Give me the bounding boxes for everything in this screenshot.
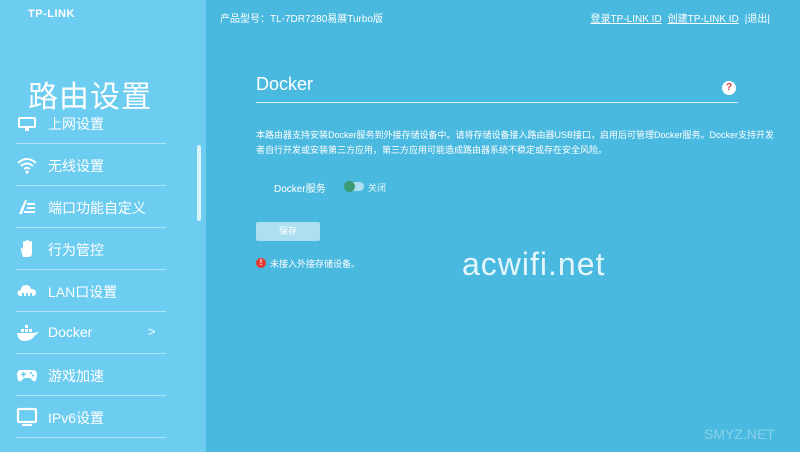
sidebar-item-behavior-control[interactable]: 行为管控: [0, 230, 200, 270]
docker-service-label: Docker服务: [274, 184, 326, 195]
sidebar-item-label: 端口功能自定义: [48, 200, 146, 216]
gamepad-icon: [16, 364, 38, 386]
divider: [16, 143, 166, 144]
internet-icon: [16, 112, 38, 134]
page-title: Docker: [256, 74, 314, 94]
save-button[interactable]: 保存: [256, 222, 320, 241]
title-divider: [256, 102, 738, 103]
product-model: 产品型号：TL-7DR7280易展Turbo版: [220, 14, 384, 25]
cloud-icon: [16, 280, 38, 302]
sidebar-item-label: 上网设置: [48, 116, 104, 132]
divider: [16, 185, 166, 186]
corner-watermark: SMYZ.NET: [704, 426, 775, 442]
sidebar-item-label: IPv6设置: [48, 410, 105, 426]
help-icon[interactable]: ?: [722, 81, 736, 95]
sidebar-item-label: 无线设置: [48, 158, 104, 174]
divider: [16, 311, 166, 312]
docker-description: 本路由器支持安装Docker服务到外接存储设备中。请将存储设备接入路由器USB接…: [256, 130, 775, 155]
error-icon: !: [256, 258, 266, 268]
watermark: acwifi.net: [462, 246, 606, 282]
hand-icon: [16, 238, 38, 260]
sidebar: TP-LINK 路由设置 上网设置 无线设置 端口功能自定义 行为管控 LAN口…: [0, 0, 206, 452]
sidebar-item-wireless[interactable]: 无线设置: [0, 146, 200, 186]
error-message: 未接入外接存储设备。: [270, 259, 361, 269]
sidebar-item-port-config[interactable]: 端口功能自定义: [0, 188, 200, 228]
divider: [16, 227, 166, 228]
sidebar-item-label: 行为管控: [48, 242, 104, 258]
toggle-knob: [344, 181, 355, 192]
sidebar-item-label: 游戏加速: [48, 368, 104, 384]
docker-icon: [16, 322, 38, 344]
sidebar-item-ipv6[interactable]: IPv6设置: [0, 398, 200, 438]
divider: [16, 395, 166, 396]
sidebar-item-lan[interactable]: LAN口设置: [0, 272, 200, 312]
create-id-link[interactable]: 创建TP-LINK ID: [668, 14, 739, 25]
sidebar-nav: 上网设置 无线设置 端口功能自定义 行为管控 LAN口设置 Docker > 游…: [0, 104, 206, 452]
divider: [16, 269, 166, 270]
docker-service-toggle[interactable]: [344, 181, 364, 192]
divider: [16, 437, 166, 438]
wifi-icon: [16, 154, 38, 176]
login-link[interactable]: 登录TP-LINK ID: [591, 14, 662, 25]
monitor-icon: [16, 406, 38, 428]
sidebar-item-internet[interactable]: 上网设置: [0, 104, 200, 144]
logout-link[interactable]: |退出|: [745, 14, 770, 25]
tp-link-logo: TP-LINK: [28, 8, 75, 20]
sidebar-item-game-boost[interactable]: 游戏加速: [0, 356, 200, 396]
sidebar-scrollbar[interactable]: [197, 145, 201, 221]
header-links: 登录TP-LINK ID 创建TP-LINK ID |退出|: [591, 10, 770, 25]
sidebar-item-docker[interactable]: Docker >: [0, 314, 200, 354]
divider: [16, 353, 166, 354]
main-panel: 产品型号：TL-7DR7280易展Turbo版 登录TP-LINK ID 创建TP…: [206, 0, 800, 452]
port-config-icon: [16, 196, 38, 218]
sidebar-item-label: LAN口设置: [48, 284, 118, 300]
toggle-state-text: 关闭: [368, 183, 387, 193]
chevron-right-icon: >: [148, 324, 156, 339]
sidebar-item-label: Docker: [48, 324, 93, 340]
